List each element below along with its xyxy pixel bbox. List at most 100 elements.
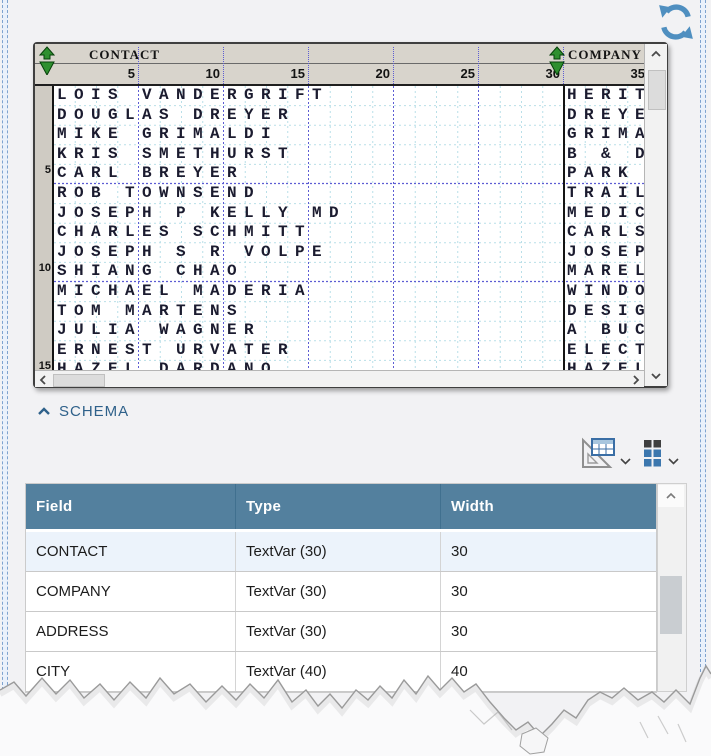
chevron-up-icon: [37, 407, 51, 416]
header-width[interactable]: Width: [441, 484, 656, 529]
preview-row: MICHAEL MADERIA WINDOW: [54, 282, 644, 302]
horizontal-scrollbar[interactable]: [35, 370, 644, 387]
preview-row: JOSEPH P KELLY MDMEDICA: [54, 204, 644, 224]
autofit-columns-button[interactable]: [577, 436, 617, 477]
width-cell: 40: [441, 652, 656, 691]
table-scroll-up-button[interactable]: [658, 485, 684, 507]
contact-cell: MIKE GRIMALDI: [57, 125, 278, 145]
horizontal-scroll-thumb[interactable]: [53, 374, 105, 387]
scroll-up-button[interactable]: [645, 46, 666, 62]
chevron-down-icon: [651, 372, 661, 380]
grid-guide: [308, 47, 309, 84]
type-cell: TextVar (30): [236, 532, 441, 571]
chevron-up-icon: [651, 50, 661, 58]
data-preview-grid[interactable]: LOIS VANDERGRIFT HERITA DOUGLAS DREYER DRE…: [54, 86, 644, 370]
field-cell: CITY: [26, 652, 236, 691]
grid-guide: [478, 47, 479, 84]
data-preview-panel: CONTACT COMPANY 5 10 15 20 25 30 35 5 10…: [33, 42, 668, 388]
ruler-number: 15: [265, 66, 305, 81]
contact-cell: CARL BREYER: [57, 164, 244, 184]
schema-section-title: SCHEMA: [59, 403, 129, 420]
chevron-up-icon: [666, 492, 676, 500]
right-dashed-border: [700, 0, 706, 672]
company-cell: CARLSC: [567, 223, 644, 243]
header-type[interactable]: Type: [236, 484, 441, 529]
company-cell: TRAILE: [567, 184, 644, 204]
table-row-city[interactable]: CITY TextVar (40) 40: [26, 652, 656, 692]
column-layout-menu-button[interactable]: [668, 452, 679, 470]
ruler-number: 10: [180, 66, 220, 81]
contact-cell: DOUGLAS DREYER: [57, 106, 295, 126]
row-number: 15: [36, 360, 51, 370]
chevron-down-icon: [668, 458, 679, 465]
refresh-icon: [656, 3, 696, 41]
refresh-button[interactable]: [656, 3, 696, 41]
row-number-gutter: 5 10 15: [35, 86, 54, 370]
grid-guide: [223, 47, 224, 84]
contact-cell: KRIS SMETHURST: [57, 145, 295, 165]
column-layout-button[interactable]: [644, 440, 662, 473]
chevron-right-icon: [632, 375, 640, 385]
contact-cell: HAZEL DARDANO: [57, 360, 278, 370]
schema-collapse-header[interactable]: SCHEMA: [37, 403, 129, 420]
ruler-number: 5: [95, 66, 135, 81]
field-label-contact: CONTACT: [89, 47, 160, 63]
scroll-left-button[interactable]: [35, 372, 51, 387]
grid-guide: [393, 47, 394, 84]
width-cell: 30: [441, 572, 656, 611]
company-cell: DREYER: [567, 106, 644, 126]
field-cell: CONTACT: [26, 532, 236, 571]
ruler-number: 20: [350, 66, 390, 81]
autofit-menu-button[interactable]: [620, 452, 631, 470]
table-scroll-thumb[interactable]: [660, 576, 682, 634]
contact-cell: LOIS VANDERGRIFT: [57, 86, 329, 106]
preview-row: SHIANG CHAOMARELS: [54, 262, 644, 282]
company-cell: WINDOW: [567, 282, 644, 302]
company-cell: JOSEPH: [567, 243, 644, 263]
preview-row: ERNEST URVATERELECTR: [54, 341, 644, 361]
field-label-company: COMPANY: [568, 47, 642, 63]
company-cell: HERITA: [567, 86, 644, 106]
type-cell: TextVar (30): [236, 612, 441, 651]
vertical-scrollbar[interactable]: [644, 44, 667, 386]
preview-row: ROB TOWNSENDTRAILE: [54, 184, 644, 204]
company-cell: GRIMAL: [567, 125, 644, 145]
width-cell: 30: [441, 532, 656, 571]
preview-row: MIKE GRIMALDI GRIMAL: [54, 125, 644, 145]
schema-table: Field Type Width CONTACT TextVar (30) 30…: [25, 483, 657, 693]
table-row-contact[interactable]: CONTACT TextVar (30) 30: [26, 532, 656, 572]
column-break-marker-30[interactable]: [548, 45, 566, 75]
contact-cell: MICHAEL MADERIA: [57, 282, 312, 302]
preview-row: CHARLES SCHMITT CARLSC: [54, 223, 644, 243]
contact-cell: CHARLES SCHMITT: [57, 223, 312, 243]
table-row-company[interactable]: COMPANY TextVar (30) 30: [26, 572, 656, 612]
company-cell: PARK P: [567, 164, 644, 184]
vertical-scroll-thumb[interactable]: [648, 70, 666, 110]
table-row-address[interactable]: ADDRESS TextVar (30) 30: [26, 612, 656, 652]
table-vertical-scrollbar[interactable]: [657, 483, 687, 692]
column-break-marker-0[interactable]: [38, 45, 56, 75]
ruler-number: 35: [605, 66, 645, 81]
ruler-number: 25: [435, 66, 475, 81]
chevron-left-icon: [39, 375, 47, 385]
type-cell: TextVar (40): [236, 652, 441, 691]
company-cell: MEDICA: [567, 204, 644, 224]
scroll-right-button[interactable]: [628, 372, 644, 387]
row-number: 5: [36, 164, 51, 184]
row-number: 10: [36, 262, 51, 282]
preview-rows: LOIS VANDERGRIFT HERITA DOUGLAS DREYER DRE…: [54, 86, 644, 370]
field-cell: COMPANY: [26, 572, 236, 611]
preview-row: TOM MARTENS DESIGN: [54, 302, 644, 322]
column-grid-icon: [644, 440, 662, 468]
width-cell: 30: [441, 612, 656, 651]
preview-row: HAZEL DARDANOHAZEL: [54, 360, 644, 370]
preview-row: KRIS SMETHURSTB & D: [54, 145, 644, 165]
scroll-down-button[interactable]: [645, 368, 666, 384]
company-cell: DESIGN: [567, 302, 644, 322]
contact-cell: TOM MARTENS: [57, 302, 244, 322]
chevron-down-icon: [620, 458, 631, 465]
contact-cell: ERNEST URVATER: [57, 341, 295, 361]
contact-cell: JOSEPH S R VOLPE: [57, 243, 329, 263]
preview-row: JOSEPH S R VOLPE JOSEPH: [54, 243, 644, 263]
header-field[interactable]: Field: [26, 484, 236, 529]
